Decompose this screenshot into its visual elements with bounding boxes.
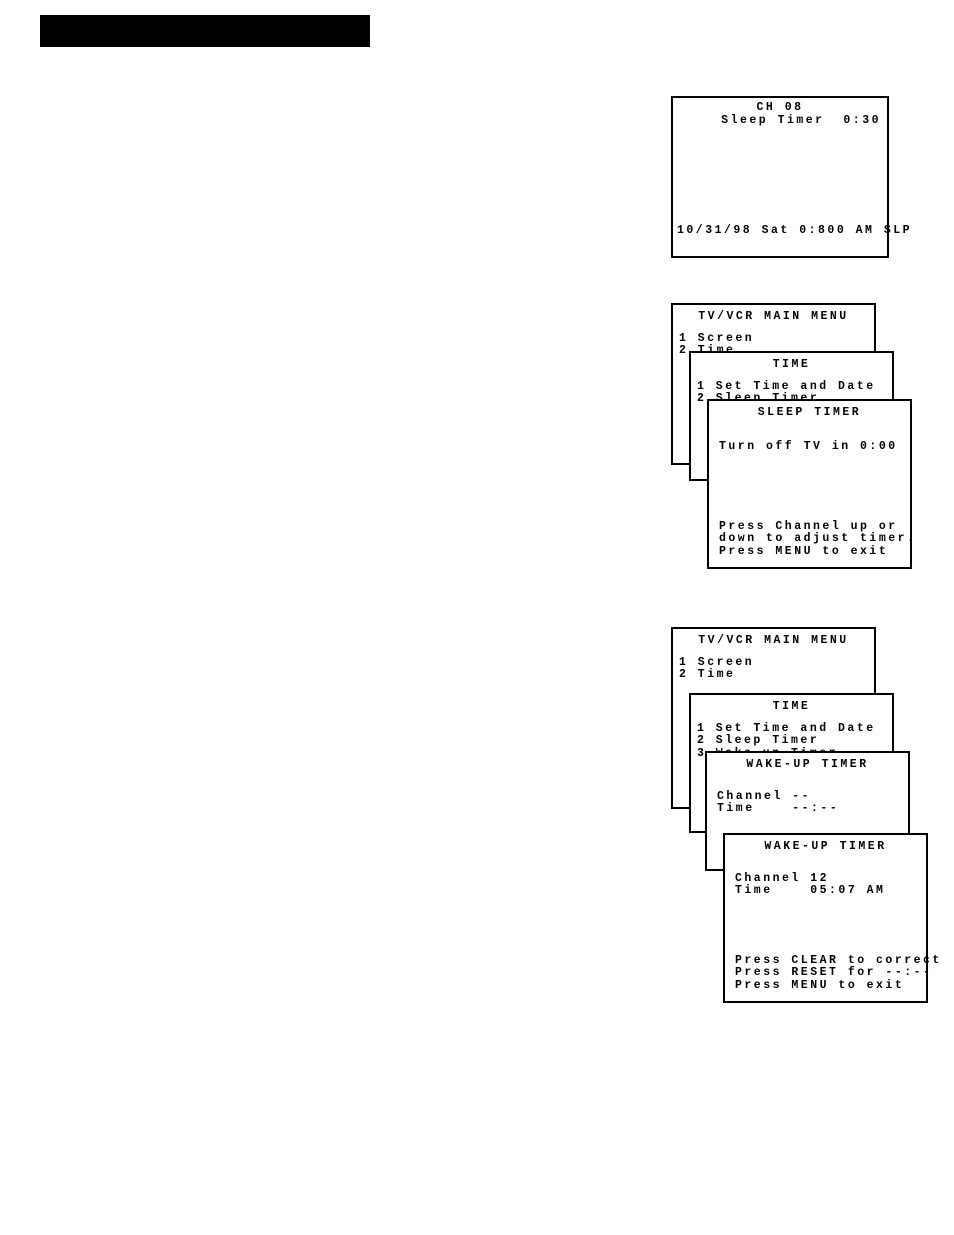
wakeup-hint-3: Press MENU to exit (735, 980, 942, 992)
wakeup-1-title: WAKE-UP TIMER (707, 759, 908, 771)
wakeup-1-channel: Channel -- (717, 791, 908, 803)
wakeup-hint-2: Press RESET for --:-- (735, 967, 942, 979)
wakeup-2-title: WAKE-UP TIMER (725, 841, 926, 853)
sleep-timer-title: SLEEP TIMER (709, 407, 910, 419)
main-menu-title: TV/VCR MAIN MENU (673, 311, 874, 323)
sleep-timer-body: Turn off TV in 0:00 (719, 441, 910, 453)
sleep-hint-3: Press MENU to exit (719, 546, 916, 558)
time-menu-2-title: TIME (691, 701, 892, 713)
main-menu-item-1: 1 Screen (679, 333, 874, 345)
channel-label: CH 08 (673, 102, 887, 114)
wakeup-2-time: Time 05:07 AM (735, 885, 926, 897)
time-menu-title: TIME (691, 359, 892, 371)
time-menu-2-item-2: 2 Sleep Timer (697, 735, 892, 747)
sleep-hint-1: Press Channel up or (719, 521, 916, 533)
main-menu-2-item-2: 2 Time (679, 669, 874, 681)
main-menu-2-title: TV/VCR MAIN MENU (673, 635, 874, 647)
wakeup-2-channel: Channel 12 (735, 873, 926, 885)
osd-screen-1: CH 08 Sleep Timer 0:30 10/31/98 Sat 0:80… (671, 96, 889, 258)
main-menu-2-item-1: 1 Screen (679, 657, 874, 669)
sleep-timer-menu: SLEEP TIMER Turn off TV in 0:00 Press Ch… (707, 399, 912, 569)
time-menu-item-1: 1 Set Time and Date (697, 381, 892, 393)
status-line: 10/31/98 Sat 0:800 AM SLP (677, 225, 912, 237)
header-blackbar (40, 15, 370, 47)
sleep-timer-label: Sleep Timer 0:30 (673, 115, 881, 127)
wakeup-hint-1: Press CLEAR to correct (735, 955, 942, 967)
wakeup-1-time: Time --:-- (717, 803, 908, 815)
sleep-hint-2: down to adjust timer. (719, 533, 916, 545)
time-menu-2-item-1: 1 Set Time and Date (697, 723, 892, 735)
wakeup-menu-2: WAKE-UP TIMER Channel 12 Time 05:07 AM P… (723, 833, 928, 1003)
